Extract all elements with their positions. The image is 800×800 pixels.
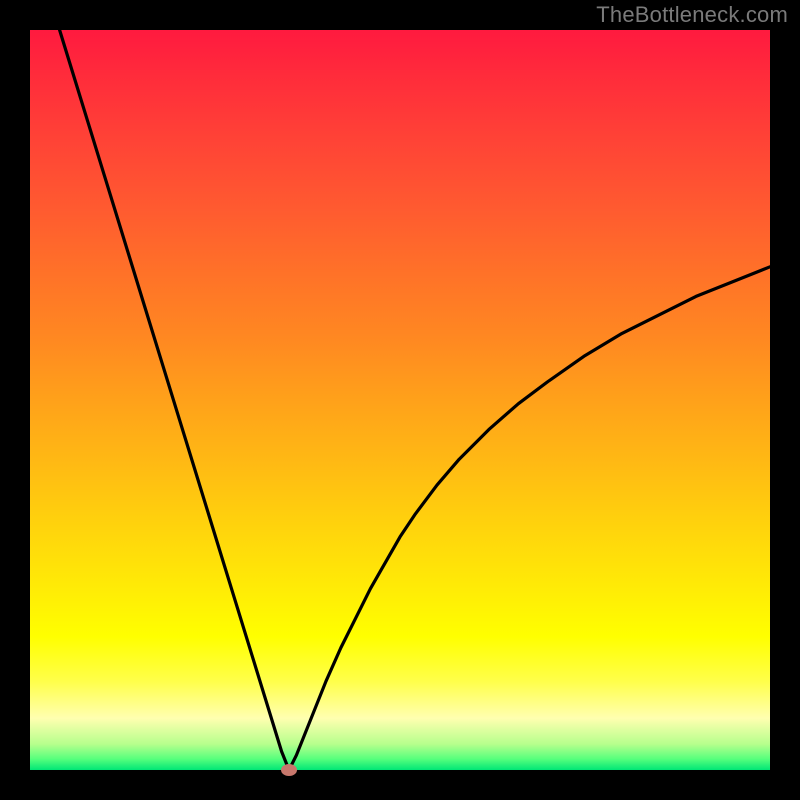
chart-plot-area: [30, 30, 770, 770]
bottleneck-curve: [30, 30, 770, 770]
optimum-marker: [281, 764, 297, 776]
watermark-text: TheBottleneck.com: [596, 2, 788, 28]
